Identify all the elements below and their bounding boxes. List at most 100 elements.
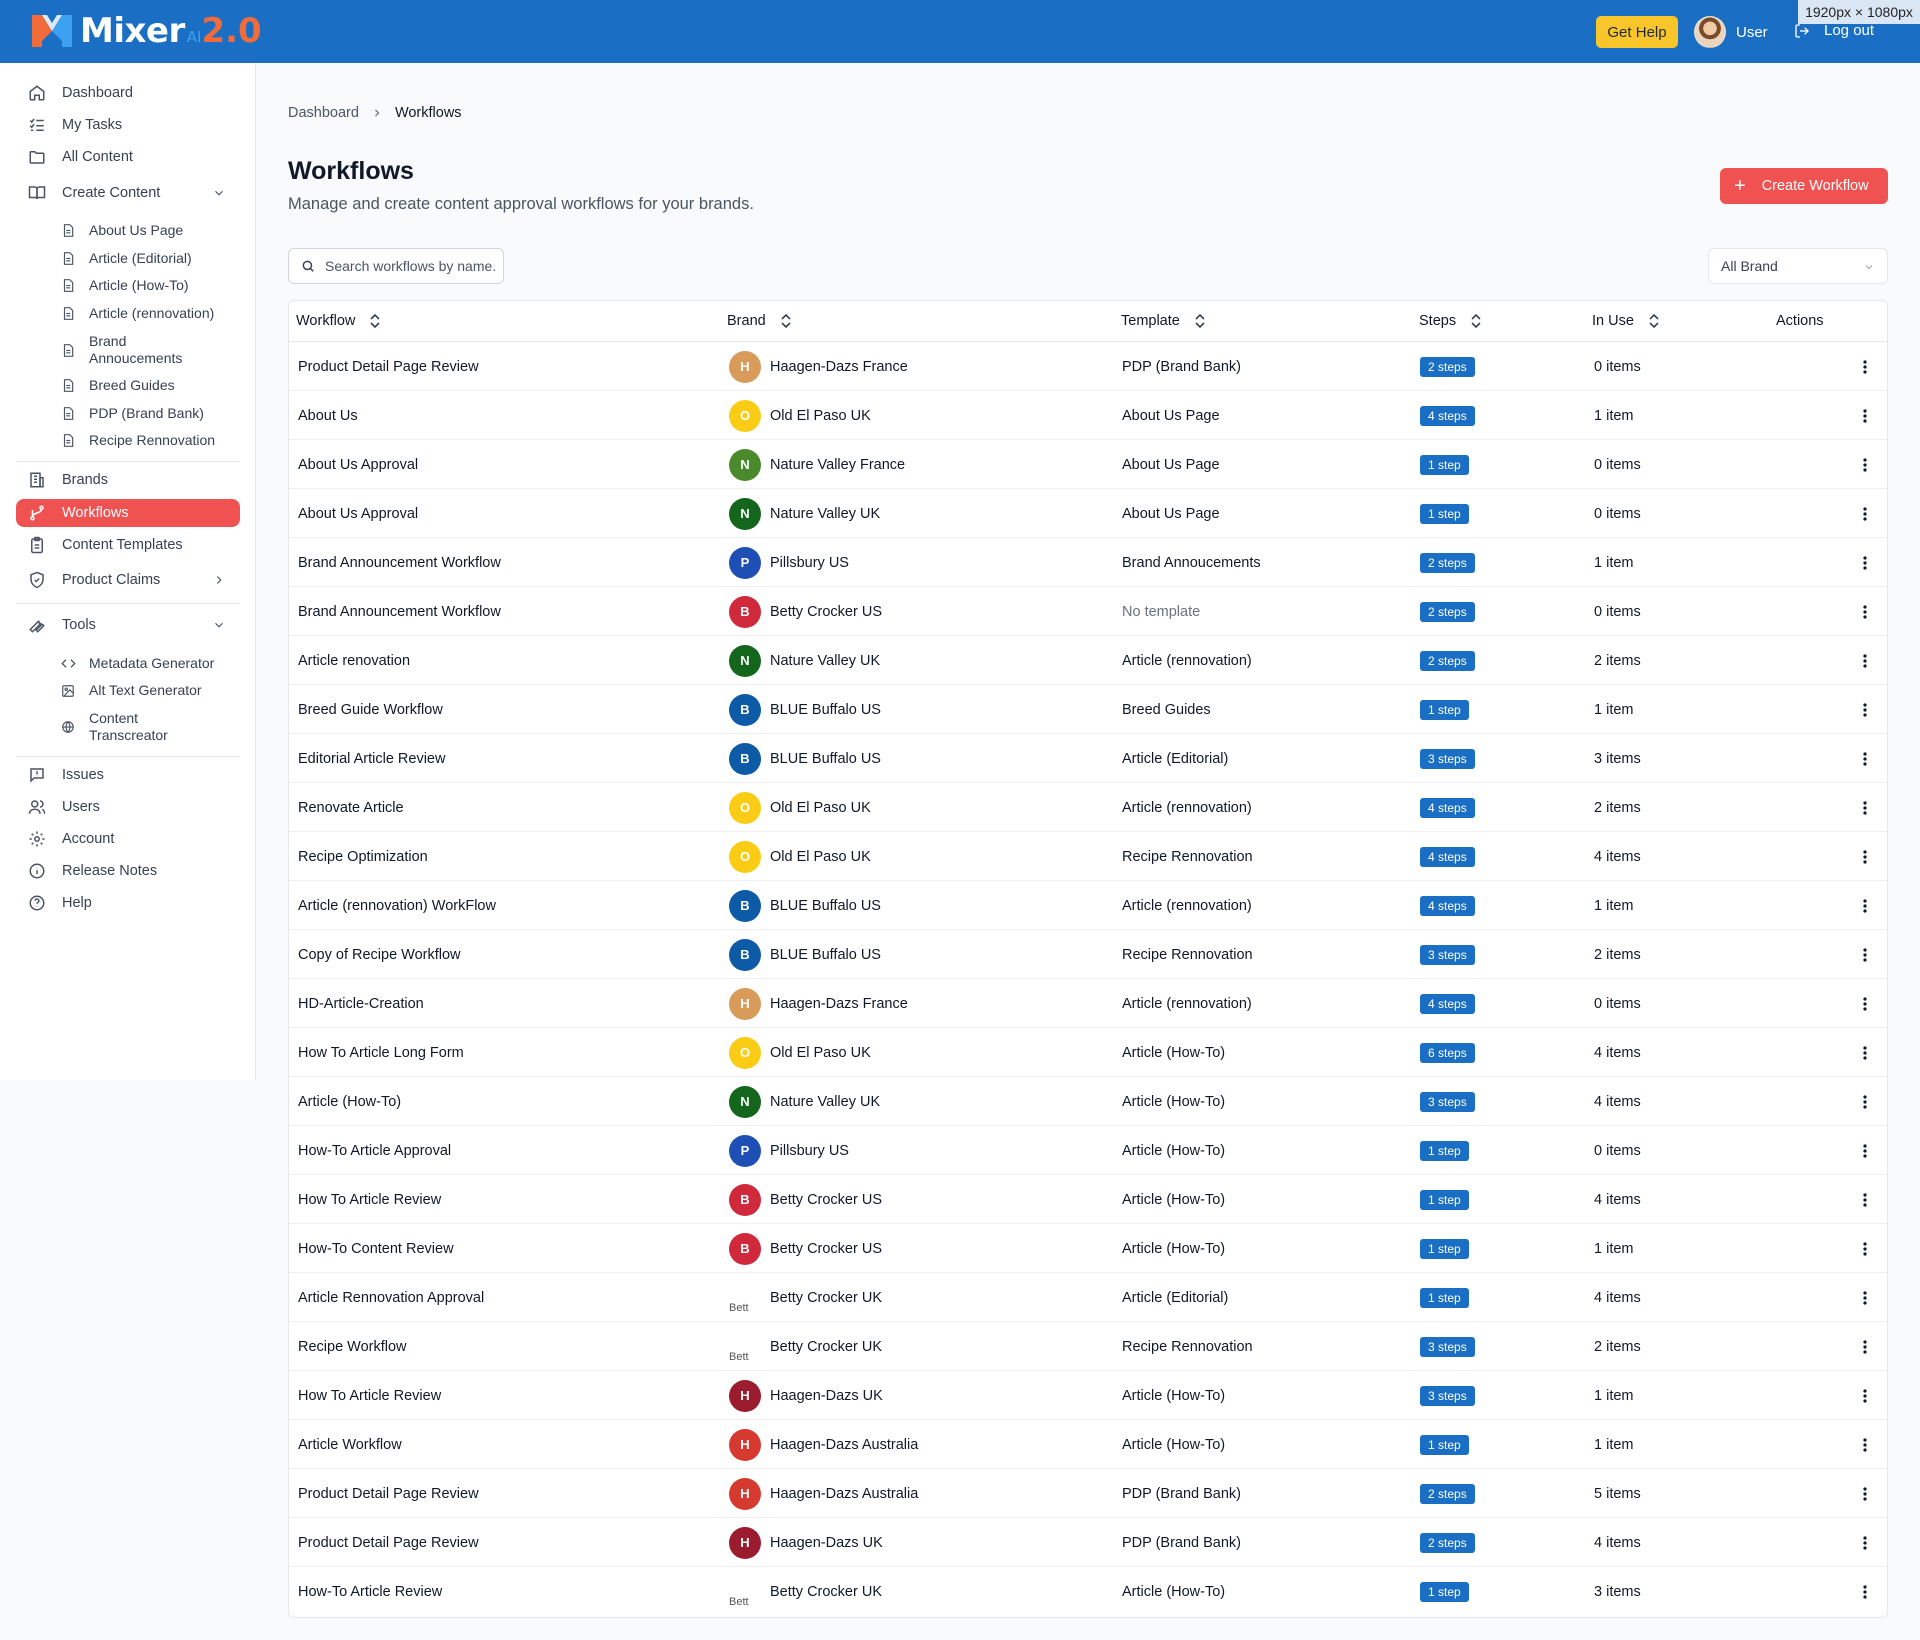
breadcrumb-dashboard[interactable]: Dashboard [288, 105, 359, 121]
workflow-name[interactable]: HD-Article-Creation [298, 979, 424, 1028]
workflow-name[interactable]: Article Rennovation Approval [298, 1273, 484, 1322]
table-row[interactable]: About Us O Old El Paso UK About Us Page 4 st… [289, 391, 1887, 440]
row-actions-button[interactable] [1855, 440, 1875, 489]
table-row[interactable]: Brand Announcement Workflow B Betty Crocke… [289, 587, 1887, 636]
workflow-name[interactable]: Article (rennovation) WorkFlow [298, 881, 496, 930]
workflow-name[interactable]: How-To Article Approval [298, 1126, 451, 1175]
workflow-name[interactable]: How To Article Review [298, 1371, 441, 1420]
row-actions-button[interactable] [1855, 1518, 1875, 1567]
workflow-name[interactable]: Breed Guide Workflow [298, 685, 443, 734]
workflow-name[interactable]: How-To Content Review [298, 1224, 454, 1273]
sub-item-content-transcreator[interactable]: Content Transcreator [60, 710, 190, 744]
table-row[interactable]: Article Rennovation Approval Bett Betty Cr… [289, 1273, 1887, 1322]
row-actions-button[interactable] [1855, 1028, 1875, 1077]
brand-filter-select[interactable]: All Brand [1708, 248, 1888, 284]
workflow-name[interactable]: Renovate Article [298, 783, 404, 832]
sub-item-breed-guides[interactable]: Breed Guides [60, 377, 240, 394]
row-actions-button[interactable] [1855, 1273, 1875, 1322]
row-actions-button[interactable] [1855, 391, 1875, 440]
workflow-name[interactable]: Brand Announcement Workflow [298, 538, 501, 587]
row-actions-button[interactable] [1855, 1322, 1875, 1371]
table-row[interactable]: How-To Article Approval P Pillsbury US Arti… [289, 1126, 1887, 1175]
logout-button[interactable]: Log out [1794, 22, 1874, 39]
sub-item-article-editorial[interactable]: Article (Editorial) [60, 250, 240, 267]
sidebar-item-brands[interactable]: Brands [16, 466, 240, 494]
workflow-name[interactable]: Recipe Optimization [298, 832, 428, 881]
sub-item-metadata-generator[interactable]: Metadata Generator [60, 655, 240, 672]
row-actions-button[interactable] [1855, 1126, 1875, 1175]
user-menu[interactable]: User [1694, 16, 1768, 48]
row-actions-button[interactable] [1855, 1371, 1875, 1420]
sidebar-item-dashboard[interactable]: Dashboard [16, 79, 240, 107]
row-actions-button[interactable] [1855, 832, 1875, 881]
table-row[interactable]: How To Article Review H Haagen-Dazs UK Arti… [289, 1371, 1887, 1420]
workflow-name[interactable]: Product Detail Page Review [298, 1518, 479, 1567]
column-header-in-use[interactable]: In Use [1592, 313, 1660, 329]
sub-item-article-rennovation[interactable]: Article (rennovation) [60, 305, 240, 322]
table-row[interactable]: Article (How-To) N Nature Valley UK Article… [289, 1077, 1887, 1126]
workflow-name[interactable]: Product Detail Page Review [298, 342, 479, 391]
sidebar-item-release-notes[interactable]: Release Notes [16, 857, 240, 885]
table-row[interactable]: About Us Approval N Nature Valley France Ab… [289, 440, 1887, 489]
row-actions-button[interactable] [1855, 1175, 1875, 1224]
sidebar-item-workflows[interactable]: Workflows [16, 499, 240, 527]
workflow-name[interactable]: About Us [298, 391, 358, 440]
sidebar-item-help[interactable]: Help [16, 889, 240, 917]
table-row[interactable]: Product Detail Page Review H Haagen-Dazs U… [289, 1518, 1887, 1567]
workflow-name[interactable]: How To Article Long Form [298, 1028, 464, 1077]
sub-item-alt-text-generator[interactable]: Alt Text Generator [60, 682, 240, 699]
workflow-name[interactable]: Editorial Article Review [298, 734, 445, 783]
table-row[interactable]: Recipe Workflow Bett Betty Crocker UK Recip… [289, 1322, 1887, 1371]
table-row[interactable]: Article (rennovation) WorkFlow B BLUE Buff… [289, 881, 1887, 930]
table-row[interactable]: Article renovation N Nature Valley UK Artic… [289, 636, 1887, 685]
column-header-steps[interactable]: Steps [1419, 313, 1482, 329]
row-actions-button[interactable] [1855, 587, 1875, 636]
sidebar-item-my-tasks[interactable]: My Tasks [16, 111, 240, 139]
row-actions-button[interactable] [1855, 1420, 1875, 1469]
row-actions-button[interactable] [1855, 881, 1875, 930]
table-row[interactable]: Copy of Recipe Workflow B BLUE Buffalo US R… [289, 930, 1887, 979]
sidebar-item-tools[interactable]: Tools [16, 611, 240, 639]
sub-item-pdp-brand-bank[interactable]: PDP (Brand Bank) [60, 405, 240, 422]
sidebar-item-issues[interactable]: Issues [16, 761, 240, 789]
row-actions-button[interactable] [1855, 489, 1875, 538]
get-help-button[interactable]: Get Help [1596, 16, 1678, 48]
row-actions-button[interactable] [1855, 1469, 1875, 1518]
row-actions-button[interactable] [1855, 930, 1875, 979]
workflow-name[interactable]: Article Workflow [298, 1420, 402, 1469]
column-header-workflow[interactable]: Workflow [296, 313, 381, 329]
workflow-name[interactable]: Brand Announcement Workflow [298, 587, 501, 636]
sub-item-recipe-rennovation[interactable]: Recipe Rennovation [60, 432, 240, 449]
sidebar-item-product-claims[interactable]: Product Claims [16, 566, 240, 594]
chevron-right-icon[interactable] [212, 573, 226, 587]
table-row[interactable]: Recipe Optimization O Old El Paso UK Recipe… [289, 832, 1887, 881]
column-header-template[interactable]: Template [1121, 313, 1206, 329]
create-workflow-button[interactable]: + Create Workflow [1720, 168, 1888, 204]
sidebar-item-content-templates[interactable]: Content Templates [16, 531, 240, 559]
column-header-brand[interactable]: Brand [727, 313, 792, 329]
row-actions-button[interactable] [1855, 734, 1875, 783]
chevron-down-icon[interactable] [212, 618, 226, 632]
workflow-name[interactable]: How To Article Review [298, 1175, 441, 1224]
sidebar-item-account[interactable]: Account [16, 825, 240, 853]
sub-item-about-us-page[interactable]: About Us Page [60, 222, 240, 239]
row-actions-button[interactable] [1855, 1224, 1875, 1273]
workflow-name[interactable]: About Us Approval [298, 489, 418, 538]
table-row[interactable]: How To Article Long Form O Old El Paso UK A… [289, 1028, 1887, 1077]
workflow-name[interactable]: Article renovation [298, 636, 410, 685]
table-row[interactable]: How To Article Review B Betty Crocker US Ar… [289, 1175, 1887, 1224]
row-actions-button[interactable] [1855, 783, 1875, 832]
row-actions-button[interactable] [1855, 538, 1875, 587]
sidebar-item-users[interactable]: Users [16, 793, 240, 821]
table-row[interactable]: Article Workflow H Haagen-Dazs Australia Ar… [289, 1420, 1887, 1469]
chevron-down-icon[interactable] [212, 186, 226, 200]
table-row[interactable]: Breed Guide Workflow B BLUE Buffalo US Bree… [289, 685, 1887, 734]
table-row[interactable]: Brand Announcement Workflow P Pillsbury US… [289, 538, 1887, 587]
table-row[interactable]: Renovate Article O Old El Paso UK Article (… [289, 783, 1887, 832]
sub-item-brand-annoucements[interactable]: Brand Annoucements [60, 333, 190, 367]
row-actions-button[interactable] [1855, 636, 1875, 685]
table-row[interactable]: Editorial Article Review B BLUE Buffalo US… [289, 734, 1887, 783]
table-row[interactable]: About Us Approval N Nature Valley UK About … [289, 489, 1887, 538]
table-row[interactable]: Product Detail Page Review H Haagen-Dazs F… [289, 342, 1887, 391]
workflow-name[interactable]: Recipe Workflow [298, 1322, 407, 1371]
